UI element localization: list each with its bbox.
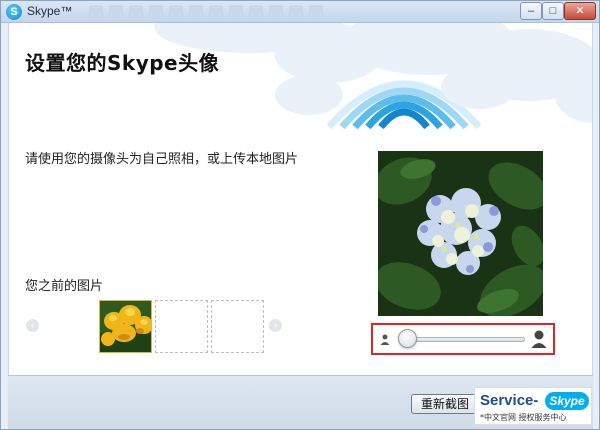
instruction-text: 请使用您的摄像头为自己照相，或上传本地图片 [25, 151, 299, 166]
watermark-text: Service- [480, 392, 539, 409]
previous-picture-thumbnail[interactable] [99, 300, 152, 353]
previous-pictures-label: 您之前的图片 [25, 278, 104, 293]
page-title: 设置您的Skype头像 [25, 51, 220, 75]
small-person-icon [380, 334, 390, 345]
skype-logo-icon: S [6, 4, 22, 20]
empty-thumbnail-slot[interactable] [211, 300, 264, 353]
zoom-slider-highlight [371, 323, 555, 355]
close-button[interactable]: ✕ [564, 2, 596, 20]
skype-window: S Skype™ – □ ✕ 设置您的Skype头像 请使用您的摄像头为自己照相… [0, 0, 600, 430]
watermark-subtext: *中文官网 授权服务中心 [480, 413, 567, 422]
large-person-icon [531, 330, 547, 348]
content-area: 设置您的Skype头像 请使用您的摄像头为自己照相，或上传本地图片 您之前的图片… [8, 23, 593, 375]
zoom-slider-handle[interactable] [398, 329, 417, 348]
maximize-button[interactable]: □ [542, 2, 564, 20]
minimize-button[interactable]: – [520, 2, 542, 20]
window-title: Skype™ [27, 4, 73, 18]
cloud-decoration [154, 23, 592, 130]
empty-thumbnail-slot[interactable] [155, 300, 208, 353]
skype-brand-logo: Skype [545, 392, 589, 410]
previous-arrow-icon[interactable]: ‹ [26, 319, 39, 332]
next-arrow-icon[interactable]: › [269, 319, 282, 332]
zoom-slider-track[interactable] [401, 337, 525, 342]
title-bar[interactable]: S Skype™ – □ ✕ [1, 1, 599, 23]
title-bar-decoration [86, 4, 326, 20]
avatar-preview[interactable] [378, 151, 543, 316]
retake-screenshot-button[interactable]: 重新截图 [411, 394, 479, 414]
service-skype-watermark: Service- Skype *中文官网 授权服务中心 [474, 387, 592, 425]
